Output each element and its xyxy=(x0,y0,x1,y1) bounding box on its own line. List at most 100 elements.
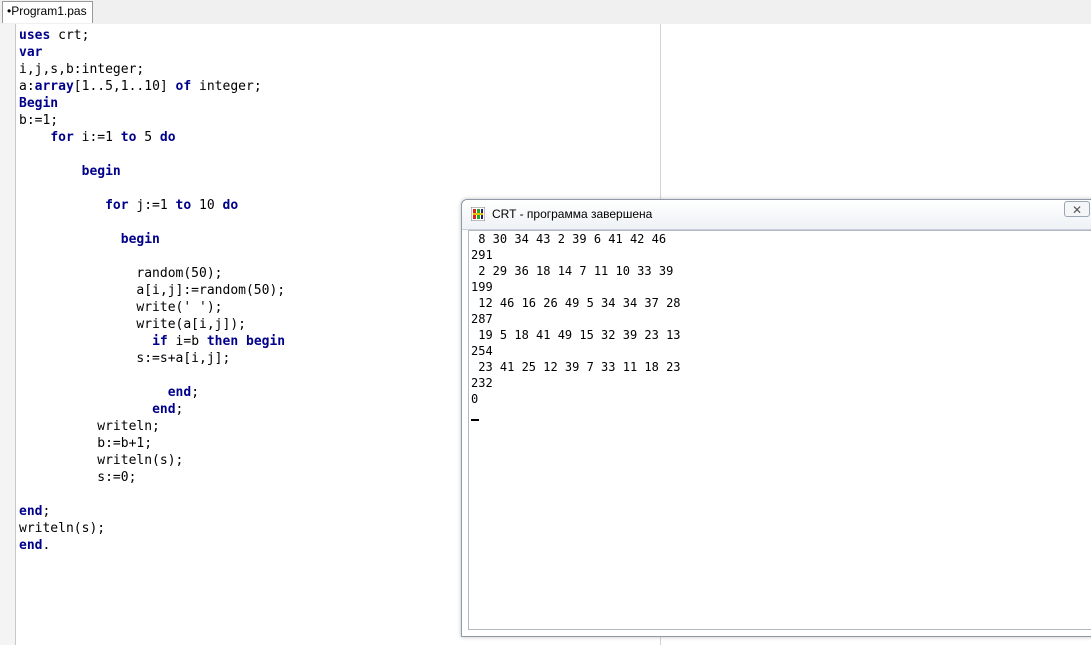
code-line: a[i,j]:=random(50); xyxy=(19,282,285,299)
code-line: b:=b+1; xyxy=(19,435,152,452)
code-text: s:=0; xyxy=(19,470,137,485)
code-line: s:=0; xyxy=(19,469,136,486)
code-text: a: xyxy=(19,79,35,94)
output-line: 8 30 34 43 2 39 6 41 42 46 xyxy=(471,232,667,246)
code-line: random(50); xyxy=(19,265,223,282)
code-text: crt; xyxy=(50,28,90,43)
code-keyword: var xyxy=(19,45,43,60)
output-line: 291 xyxy=(471,248,493,262)
close-icon: ✕ xyxy=(1071,203,1083,217)
code-line: i,j,s,b:integer; xyxy=(19,61,144,78)
code-text: . xyxy=(42,538,51,553)
code-line: if i=b then begin xyxy=(19,333,285,350)
code-text: [1..5,1..10] xyxy=(73,79,176,94)
crt-output: 8 30 34 43 2 39 6 41 42 46 291 2 29 36 18… xyxy=(468,230,1091,630)
code-keyword: do xyxy=(222,198,239,213)
code-text: integer; xyxy=(191,79,262,94)
code-line: begin xyxy=(19,163,121,180)
code-keyword: do xyxy=(159,130,176,145)
output-line: 19 5 18 41 49 15 32 39 23 13 xyxy=(471,328,681,342)
code-line: var xyxy=(19,44,42,61)
code-keyword: end xyxy=(167,385,192,400)
code-line: for i:=1 to 5 do xyxy=(19,129,176,146)
code-line: for j:=1 to 10 do xyxy=(19,197,238,214)
code-text: s:=s+a[i,j]; xyxy=(19,351,231,366)
output-line: 2 29 36 18 14 7 11 10 33 39 xyxy=(471,264,674,278)
code-text: 10 xyxy=(191,198,223,213)
code-keyword: end xyxy=(152,402,176,417)
code-text: j:=1 xyxy=(128,198,176,213)
code-keyword: of xyxy=(175,79,192,94)
code-keyword: uses xyxy=(19,28,51,43)
code-text: writeln(s); xyxy=(19,521,106,536)
code-text: write(a[i,j]); xyxy=(19,317,246,332)
code-line: begin xyxy=(19,231,160,248)
code-text: i=b xyxy=(167,334,207,349)
code-text: ; xyxy=(175,402,184,417)
code-text: i,j,s,b:integer; xyxy=(19,62,145,77)
crt-title: CRT - программа завершена xyxy=(492,207,653,221)
code-text: write(' '); xyxy=(19,300,223,315)
tab-bar: •Program1.pas xyxy=(0,0,1091,25)
editor-gutter xyxy=(0,24,16,645)
code-line: Begin xyxy=(19,95,58,112)
code-keyword: to xyxy=(175,198,192,213)
code-line: a:array[1..5,1..10] of integer; xyxy=(19,78,262,95)
code-line: end. xyxy=(19,537,50,554)
pascal-app-icon xyxy=(471,207,485,221)
code-keyword: then xyxy=(206,334,239,349)
output-line: 254 xyxy=(471,344,493,358)
code-text: b:=1; xyxy=(19,113,59,128)
output-line: 12 46 16 26 49 5 34 34 37 28 xyxy=(471,296,681,310)
code-line: end; xyxy=(19,503,50,520)
code-keyword: to xyxy=(120,130,137,145)
code-text: b:=b+1; xyxy=(19,436,153,451)
code-text: ; xyxy=(42,504,51,519)
code-text: 5 xyxy=(136,130,160,145)
code-keyword: begin xyxy=(81,164,121,179)
code-line: end; xyxy=(19,384,199,401)
code-line: write(a[i,j]); xyxy=(19,316,246,333)
code-line: uses crt; xyxy=(19,27,89,44)
text-cursor xyxy=(471,419,479,421)
code-text: i:=1 xyxy=(73,130,121,145)
code-keyword: if xyxy=(152,334,168,349)
code-keyword: end xyxy=(19,504,43,519)
code-text: writeln(s); xyxy=(19,453,184,468)
tab-program1[interactable]: •Program1.pas xyxy=(2,1,93,23)
code-line: write(' '); xyxy=(19,299,223,316)
code-keyword: Begin xyxy=(19,96,59,111)
code-text: ; xyxy=(191,385,200,400)
output-line: 287 xyxy=(471,312,493,326)
code-keyword: begin xyxy=(246,334,286,349)
crt-window[interactable]: CRT - программа завершена ✕ 8 30 34 43 2… xyxy=(461,199,1091,637)
output-line: 23 41 25 12 39 7 33 11 18 23 xyxy=(471,360,681,374)
output-line: 232 xyxy=(471,376,493,390)
code-text: writeln; xyxy=(19,419,160,434)
code-line: b:=1; xyxy=(19,112,58,129)
code-keyword: begin xyxy=(120,232,160,247)
code-line: writeln(s); xyxy=(19,520,105,537)
code-keyword: for xyxy=(105,198,129,213)
output-line: 199 xyxy=(471,280,493,294)
code-line: end; xyxy=(19,401,183,418)
code-text: a[i,j]:=random(50); xyxy=(19,283,286,298)
output-line: 0 xyxy=(471,392,479,406)
close-button[interactable]: ✕ xyxy=(1064,201,1090,217)
code-text: random(50); xyxy=(19,266,223,281)
code-line: writeln; xyxy=(19,418,160,435)
code-keyword: array xyxy=(34,79,74,94)
code-line: writeln(s); xyxy=(19,452,183,469)
code-keyword: end xyxy=(19,538,43,553)
code-keyword: for xyxy=(50,130,74,145)
code-line: s:=s+a[i,j]; xyxy=(19,350,230,367)
crt-titlebar[interactable]: CRT - программа завершена ✕ xyxy=(462,200,1091,230)
